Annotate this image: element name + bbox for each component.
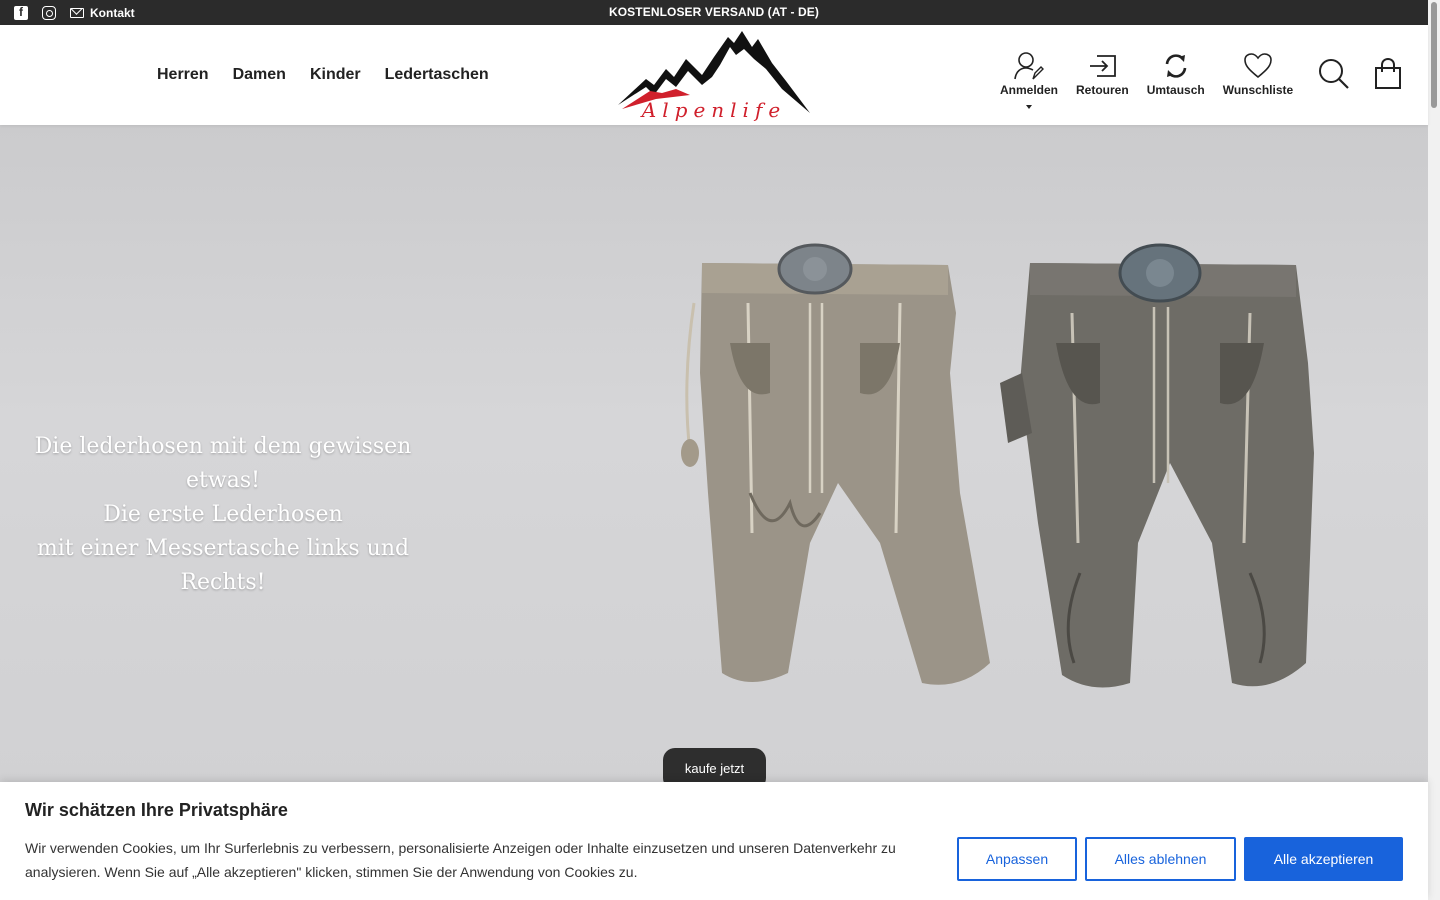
cookie-text: Wir verwenden Cookies, um Ihr Surferlebn… — [25, 840, 896, 880]
header-actions: Anmelden Retouren Umtausch Wunschliste — [1000, 25, 1311, 125]
exchange-label: Umtausch — [1146, 83, 1205, 97]
shopping-bag-icon — [1375, 57, 1401, 89]
returns-button[interactable]: Retouren — [1076, 25, 1129, 97]
login-button[interactable]: Anmelden — [1000, 25, 1058, 109]
login-label: Anmelden — [1000, 83, 1059, 97]
refresh-icon — [1165, 54, 1186, 78]
page-scrollbar[interactable] — [1428, 0, 1440, 900]
mail-icon — [70, 7, 84, 18]
hero-headline: Die lederhosen mit dem gewissen etwas! D… — [0, 430, 446, 600]
nav-item-kinder[interactable]: Kinder — [310, 66, 361, 84]
hero-line-3: mit einer Messertasche links und Rechts! — [36, 536, 410, 595]
contact-label: Kontakt — [90, 5, 135, 20]
search-button[interactable] — [1318, 58, 1350, 95]
reject-all-button[interactable]: Alles ablehnen — [1085, 837, 1236, 881]
alpenlife-logo[interactable]: Alpenlife — [616, 29, 812, 123]
nav-item-ledertaschen[interactable]: Ledertaschen — [385, 66, 489, 84]
nav-item-damen[interactable]: Damen — [233, 66, 286, 84]
logo-text: Alpenlife — [640, 98, 786, 122]
contact-link[interactable]: Kontakt — [70, 6, 135, 20]
cookie-title: Wir schätzen Ihre Privatsphäre — [25, 800, 288, 820]
user-icon — [1014, 52, 1044, 80]
social-links: Kontakt — [14, 0, 135, 25]
instagram-icon[interactable] — [42, 5, 56, 20]
hero-line-1: Die lederhosen mit dem gewissen etwas! — [34, 434, 412, 493]
wishlist-button[interactable]: Wunschliste — [1223, 25, 1293, 97]
hero-line-2: Die erste Lederhosen — [103, 502, 343, 527]
lederhosen-image — [681, 243, 1314, 688]
top-bar: Kontakt KOSTENLOSER VERSAND (AT - DE) — [0, 0, 1428, 25]
site-header: Herren Damen Kinder Ledertaschen Alpenli… — [0, 25, 1428, 125]
cart-button[interactable] — [1374, 57, 1402, 95]
main-nav: Herren Damen Kinder Ledertaschen — [157, 25, 489, 125]
heart-icon — [1244, 53, 1272, 79]
shop-now-button[interactable]: kaufe jetzt — [663, 748, 766, 785]
lederhosen-light — [681, 243, 990, 685]
lederhosen-dark — [1000, 243, 1314, 688]
exchange-button[interactable]: Umtausch — [1147, 25, 1205, 97]
hero-banner: Die lederhosen mit dem gewissen etwas! D… — [0, 125, 1428, 785]
wishlist-label: Wunschliste — [1222, 83, 1294, 97]
chevron-down-icon — [1026, 105, 1032, 109]
cookie-consent-banner: Wir schätzen Ihre Privatsphäre Wir verwe… — [0, 782, 1428, 900]
accept-all-button[interactable]: Alle akzeptieren — [1244, 837, 1403, 881]
nav-item-herren[interactable]: Herren — [157, 66, 209, 84]
returns-label: Retouren — [1076, 83, 1129, 97]
facebook-icon[interactable] — [14, 5, 28, 20]
scrollbar-thumb[interactable] — [1431, 2, 1437, 108]
customize-button[interactable]: Anpassen — [957, 837, 1077, 881]
shipping-promo: KOSTENLOSER VERSAND (AT - DE) — [608, 5, 820, 19]
sign-in-icon — [1090, 55, 1117, 77]
search-icon — [1319, 59, 1349, 89]
